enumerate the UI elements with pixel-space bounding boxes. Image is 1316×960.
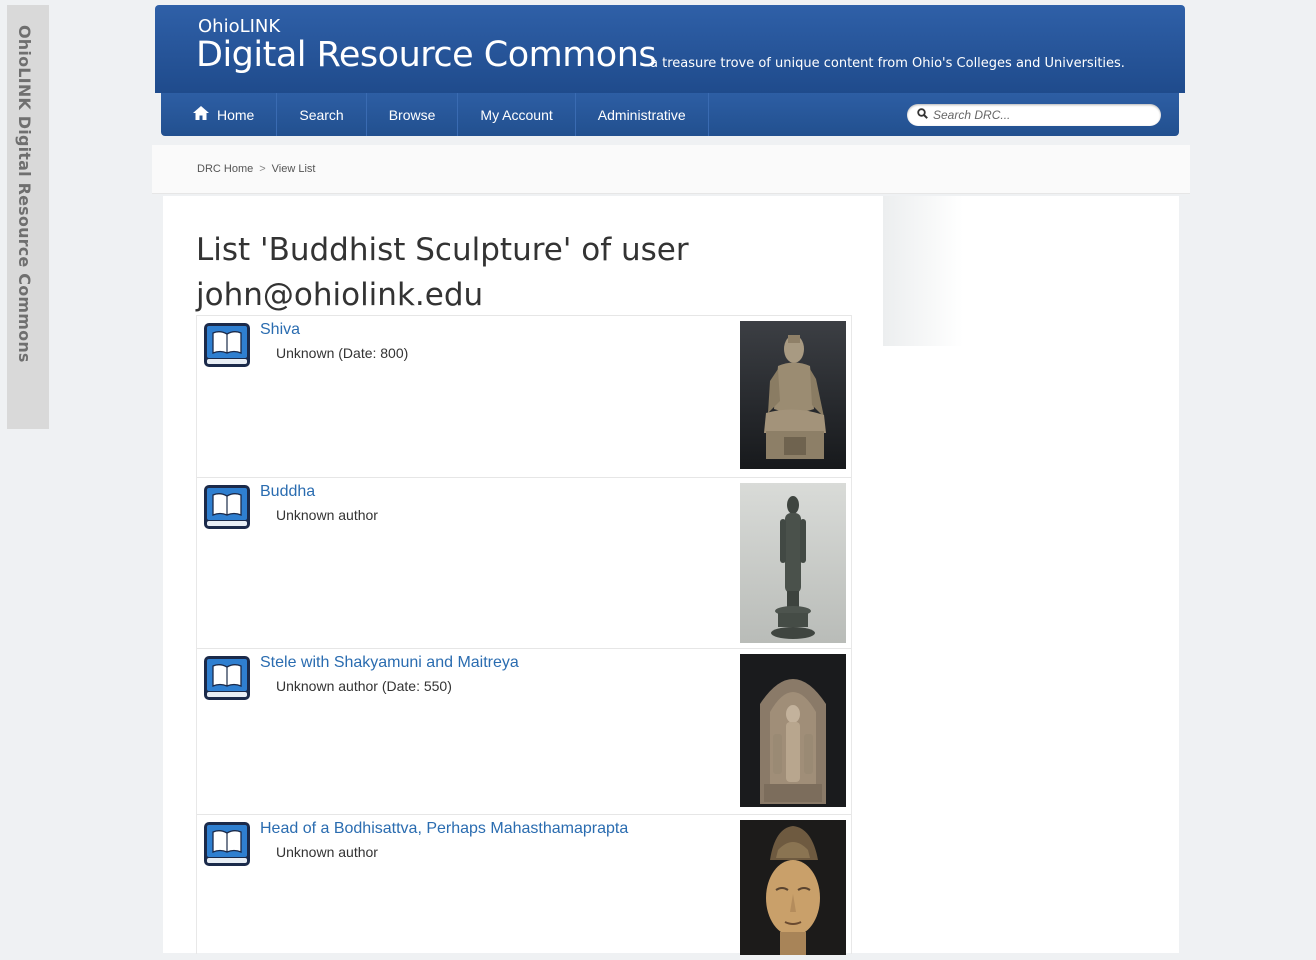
item-thumbnail[interactable] [740,820,846,955]
nav-browse-label: Browse [388,106,436,123]
list-item: Shiva Unknown (Date: 800) [197,315,851,477]
sidebar-column [883,196,1179,953]
tagline: a treasure trove of unique content from … [650,56,1125,71]
search-box [907,104,1161,126]
item-meta: Unknown author [276,507,378,523]
nav-search[interactable]: Search [277,93,367,136]
item-meta: Unknown author [276,844,378,860]
item-list: Shiva Unknown (Date: 800) Buddha Unknown… [196,315,852,955]
nav-browse[interactable]: Browse [367,93,459,136]
item-title-link[interactable]: Head of a Bodhisattva, Perhaps Mahastham… [260,820,628,838]
item-title-link[interactable]: Buddha [260,483,315,501]
site-header: OhioLINK Digital Resource Commons a trea… [155,5,1185,93]
main-content: List 'Buddhist Sculpture' of user john@o… [163,196,1179,955]
item-thumbnail[interactable] [740,483,846,643]
book-icon[interactable] [203,484,251,530]
breadcrumb: DRC Home > View List [197,163,316,175]
item-title-link[interactable]: Shiva [260,321,300,339]
side-tab-label: OhioLINK Digital Resource Commons [15,25,34,363]
search-input[interactable] [931,107,1155,123]
list-item: Head of a Bodhisattva, Perhaps Mahastham… [197,814,851,955]
nav-search-label: Search [299,106,344,123]
book-icon[interactable] [203,821,251,867]
item-thumbnail[interactable] [740,654,846,807]
brand-small[interactable]: OhioLINK [198,16,280,37]
book-icon[interactable] [203,322,251,368]
breadcrumb-home[interactable]: DRC Home [197,163,253,175]
nav-my-account-label: My Account [480,106,553,123]
nav-home-label: Home [217,106,255,123]
brand-title[interactable]: Digital Resource Commons [196,35,657,75]
side-tab[interactable]: OhioLINK Digital Resource Commons [7,5,49,429]
breadcrumb-separator: > [259,163,266,175]
breadcrumb-current: View List [271,163,316,175]
item-thumbnail[interactable] [740,321,846,469]
home-icon [193,106,209,123]
list-item: Buddha Unknown author [197,477,851,648]
nav-administrative-label: Administrative [597,106,686,123]
page-title: List 'Buddhist Sculpture' of user john@o… [196,232,689,313]
book-icon[interactable] [203,655,251,701]
breadcrumb-bar: DRC Home > View List [152,145,1190,194]
item-meta: Unknown (Date: 800) [276,345,409,361]
list-item: Stele with Shakyamuni and Maitreya Unkno… [197,648,851,814]
item-title-link[interactable]: Stele with Shakyamuni and Maitreya [260,654,519,672]
nav-administrative[interactable]: Administrative [576,93,709,136]
nav-my-account[interactable]: My Account [458,93,576,136]
main-nav: Home Search Browse My Account Administra… [161,93,1179,136]
search-icon[interactable] [917,108,928,122]
item-meta: Unknown author (Date: 550) [276,678,452,694]
nav-home[interactable]: Home [161,93,278,136]
